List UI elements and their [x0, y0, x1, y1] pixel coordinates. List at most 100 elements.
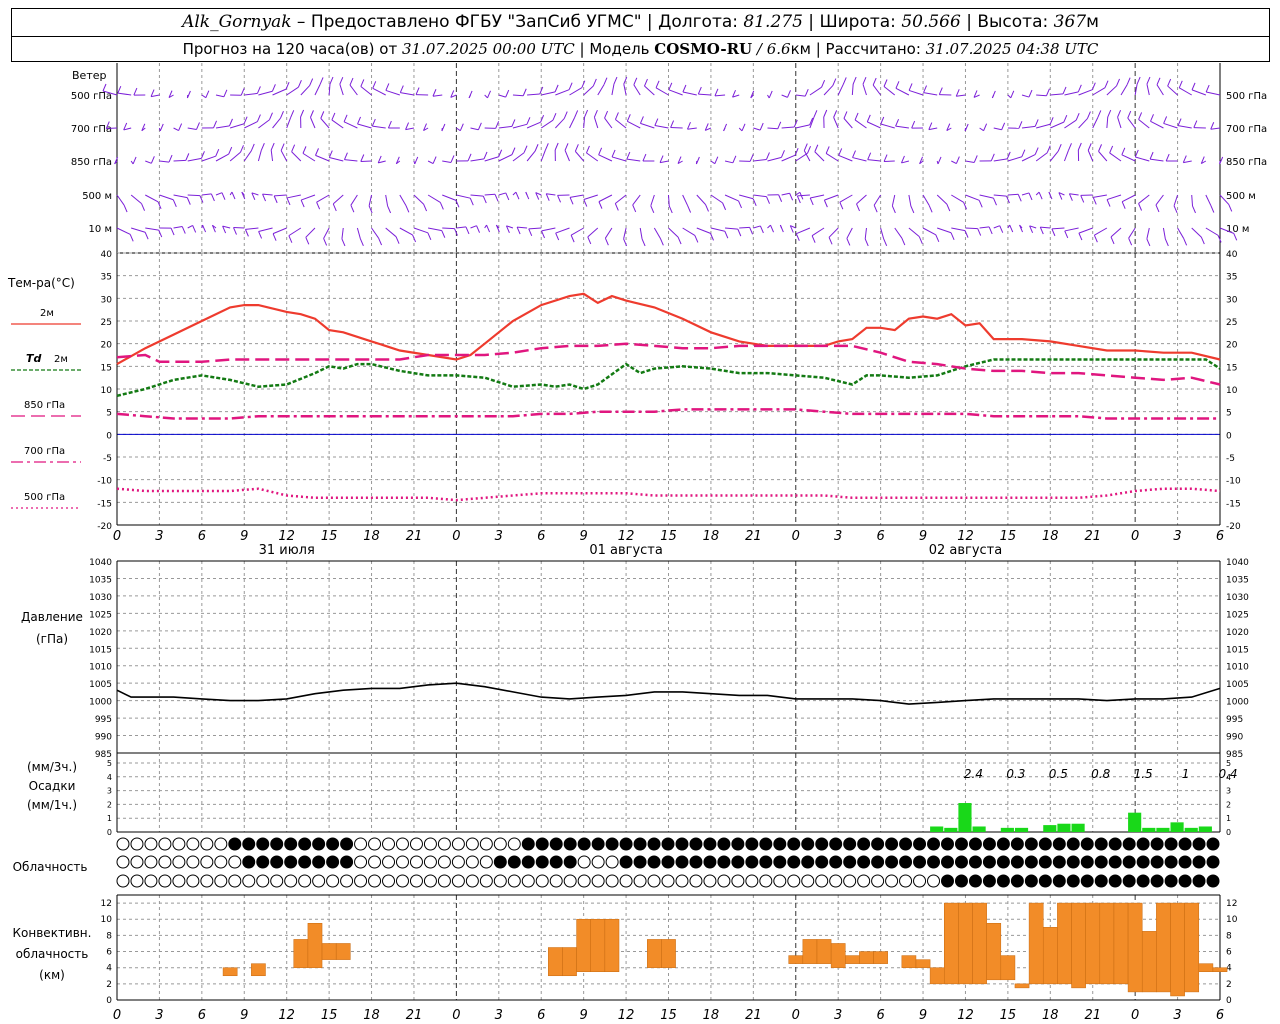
press-ytick-right: 1020: [1226, 628, 1249, 638]
wind-barb: [456, 194, 471, 199]
conv-cloud-bar: [576, 918, 591, 972]
wind-barb-feather: [329, 76, 334, 85]
wind-barb-feather: [821, 79, 826, 88]
wind-barb-feather: [705, 204, 709, 212]
conv-ytick-right: 10: [1226, 915, 1238, 925]
wind-barb: [1007, 94, 1012, 99]
wind-barb: [627, 120, 641, 129]
cloud-cover-icon: [1066, 837, 1080, 851]
cloud-cover-icon: [633, 855, 647, 869]
wind-barb-feather: [1017, 194, 1022, 202]
wind-barb: [1064, 91, 1079, 96]
cloud-cover-icon: [1192, 874, 1206, 888]
wind-barb-feather: [1068, 193, 1073, 201]
cloud-cover-icon: [619, 855, 633, 869]
wind-barb: [305, 227, 316, 238]
cloud-cover-icon: [382, 837, 396, 851]
wind-barb-feather: [803, 143, 808, 151]
wind-barb: [332, 194, 344, 205]
temp-ytick: 15: [101, 363, 112, 373]
wind-barb: [908, 194, 912, 207]
cloud-cover-icon: [1052, 874, 1066, 888]
wind-barb: [569, 117, 576, 129]
wind-barb: [349, 84, 358, 96]
conv-cloud-bar: [335, 943, 351, 960]
cloud-cover-icon: [186, 855, 200, 869]
time-tick-label-bottom: 15: [321, 1008, 338, 1023]
wind-barb: [470, 194, 484, 197]
wind-barb: [809, 86, 822, 96]
cloud-cover-icon: [1024, 874, 1038, 888]
time-tick-label-bottom: 9: [919, 1008, 927, 1023]
wind-barb: [286, 117, 292, 129]
conv-cloud-bar: [1198, 963, 1214, 972]
conv-ytick-right: 2: [1226, 980, 1232, 990]
wind-barb-feather: [288, 235, 293, 243]
cloud-cover-icon: [228, 855, 242, 869]
wind-barb: [781, 94, 788, 98]
wind-barb-feather: [117, 85, 122, 94]
time-tick-label-bottom: 0: [792, 1008, 800, 1023]
wind-barb-feather: [856, 203, 860, 212]
press-ytick: 1015: [89, 645, 112, 655]
wind-barb: [385, 194, 389, 207]
wind-barb-feather: [574, 110, 579, 118]
wind-barb: [644, 85, 655, 96]
wind-barb-feather: [229, 118, 233, 127]
conv-cloud-bar: [1071, 902, 1086, 989]
wind-barb-feather: [302, 146, 307, 154]
wind-barb-feather: [570, 234, 575, 243]
wind-barb: [159, 194, 174, 201]
cloud-cover-icon: [172, 837, 186, 851]
precip-bar: [1128, 812, 1142, 832]
wind-barb-feather: [1086, 111, 1091, 119]
time-tick-label: 12: [957, 529, 974, 544]
wind-barb-feather: [1177, 118, 1182, 126]
wind-barb: [795, 191, 801, 196]
wind-barb: [1092, 117, 1099, 129]
wind-barb: [400, 92, 415, 96]
legend-td-symbol: Td: [26, 352, 42, 365]
time-tick-label-bottom: 12: [278, 1008, 295, 1023]
time-tick-label-bottom: 18: [363, 1008, 380, 1023]
wind-barb: [767, 156, 782, 162]
wind-barb-feather: [789, 193, 794, 201]
wind-barb-feather: [515, 191, 520, 200]
precip-bar: [1184, 827, 1198, 832]
time-tick-label: 21: [745, 529, 762, 544]
cloud-cover-icon: [1108, 837, 1122, 851]
cloud-cover-icon: [563, 855, 577, 869]
cloud-cover-icon: [256, 837, 270, 851]
temp-ytick: 30: [101, 295, 113, 305]
wind-barb-feather: [1057, 144, 1062, 152]
precip-bar: [1043, 825, 1057, 832]
cloud-cover-icon: [242, 874, 256, 888]
wind-barb-feather: [1210, 122, 1215, 130]
temp-ytick-right: 40: [1226, 250, 1238, 260]
wind-barb-feather: [779, 224, 784, 233]
wind-barb: [106, 127, 118, 130]
wind-barb: [1146, 227, 1150, 240]
wind-barb-feather: [838, 148, 843, 156]
cloud-cover-icon: [451, 874, 465, 888]
wind-barb: [795, 124, 810, 129]
conv-cloud-bar: [1000, 955, 1016, 981]
cloud-cover-icon: [1094, 855, 1108, 869]
cloud-cover-icon: [116, 874, 130, 888]
press-ytick: 1035: [89, 575, 112, 585]
wind-barb-feather: [385, 83, 390, 91]
wind-barb: [839, 194, 853, 203]
press-ytick-right: 1035: [1226, 575, 1249, 585]
wind-barb-feather: [495, 121, 500, 129]
cloud-cover-icon: [1038, 874, 1052, 888]
time-tick-label: 9: [919, 529, 927, 544]
wind-barb-feather: [132, 156, 137, 165]
wind-barb: [633, 84, 641, 96]
press-ytick: 1040: [89, 558, 112, 568]
wind-barb-feather: [427, 232, 432, 240]
press-ytick: 990: [95, 733, 112, 743]
conv-cloud-bar: [958, 902, 973, 985]
wind-barb-feather: [256, 114, 261, 122]
t2m-line: [116, 292, 1221, 366]
wind-barb: [173, 127, 179, 131]
